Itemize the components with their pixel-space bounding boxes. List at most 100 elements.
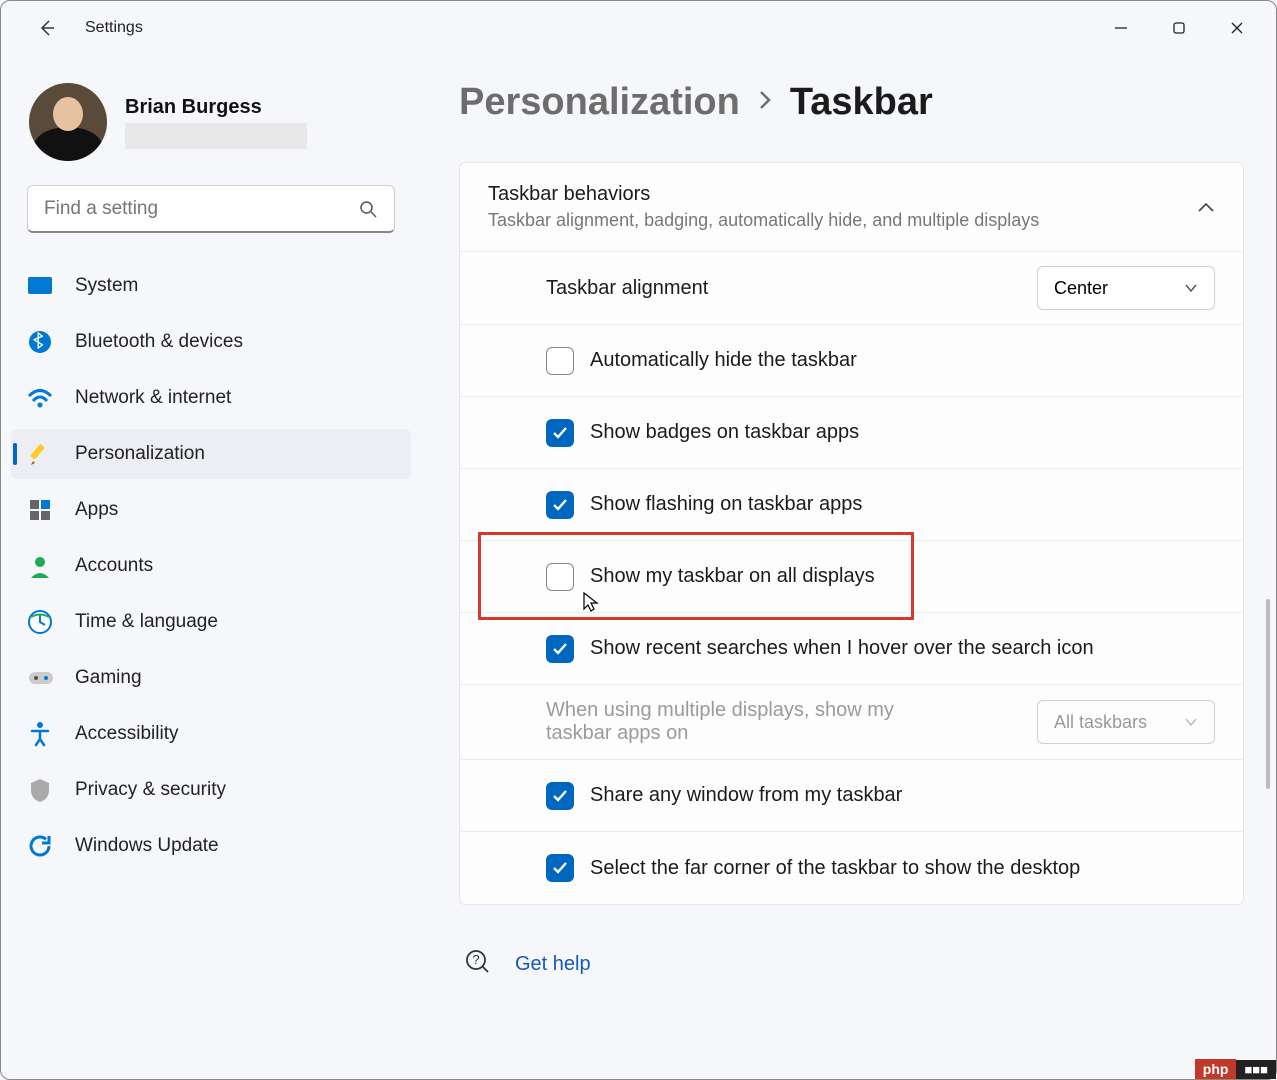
sidebar-item-bluetooth[interactable]: Bluetooth & devices [11, 317, 411, 367]
back-button[interactable] [25, 6, 69, 50]
sidebar-item-network[interactable]: Network & internet [11, 373, 411, 423]
row-label: Automatically hide the taskbar [590, 349, 857, 372]
multi-display-dropdown: All taskbars [1037, 700, 1215, 744]
row-label: When using multiple displays, show my ta… [546, 699, 906, 745]
check-icon [552, 861, 568, 875]
update-icon [27, 833, 53, 859]
row-label: Show recent searches when I hover over t… [590, 637, 1094, 660]
sidebar-item-label: Privacy & security [75, 779, 226, 801]
sidebar-item-label: Bluetooth & devices [75, 331, 243, 353]
sidebar-item-label: Accessibility [75, 723, 178, 745]
person-icon [27, 553, 53, 579]
titlebar: Settings [1, 1, 1276, 55]
breadcrumb-parent[interactable]: Personalization [459, 81, 740, 124]
svg-text:?: ? [472, 952, 479, 967]
search-icon [358, 199, 378, 219]
sidebar-item-label: Windows Update [75, 835, 219, 857]
help-label: Get help [515, 953, 591, 976]
profile-block[interactable]: Brian Burgess [1, 69, 421, 179]
php-badge: php [1195, 1059, 1237, 1079]
footer-watermark: php ■■■ [1195, 1059, 1276, 1079]
bluetooth-icon [27, 329, 53, 355]
check-icon [552, 426, 568, 440]
main-content: Personalization Taskbar Taskbar behavior… [421, 55, 1276, 1079]
paintbrush-icon [27, 441, 53, 467]
chevron-right-icon [756, 87, 774, 118]
row-label: Show flashing on taskbar apps [590, 493, 862, 516]
sidebar-item-personalization[interactable]: Personalization [11, 429, 411, 479]
cursor-icon [582, 591, 600, 613]
profile-subtext-placeholder [125, 123, 307, 149]
apps-icon [27, 497, 53, 523]
row-share-window: Share any window from my taskbar [460, 760, 1243, 832]
sidebar-item-label: Apps [75, 499, 118, 521]
row-label: Show badges on taskbar apps [590, 421, 859, 444]
profile-name: Brian Burgess [125, 96, 307, 119]
sidebar: Brian Burgess System Bluetooth & devices… [1, 55, 421, 1079]
sidebar-item-privacy[interactable]: Privacy & security [11, 765, 411, 815]
search-box[interactable] [27, 185, 395, 233]
window-title: Settings [85, 19, 143, 37]
sidebar-item-label: System [75, 275, 138, 297]
row-multi-display: When using multiple displays, show my ta… [460, 685, 1243, 760]
row-autohide: Automatically hide the taskbar [460, 325, 1243, 397]
system-icon [27, 273, 53, 299]
flashing-checkbox[interactable] [546, 491, 574, 519]
sidebar-item-label: Network & internet [75, 387, 231, 409]
badges-checkbox[interactable] [546, 419, 574, 447]
panel-subtitle: Taskbar alignment, badging, automaticall… [488, 210, 1197, 231]
search-input[interactable] [44, 198, 358, 220]
panel-title: Taskbar behaviors [488, 183, 1197, 206]
dropdown-value: All taskbars [1054, 712, 1147, 733]
scrollbar-thumb[interactable] [1266, 599, 1270, 789]
panel-header[interactable]: Taskbar behaviors Taskbar alignment, bad… [460, 163, 1243, 252]
row-badges: Show badges on taskbar apps [460, 397, 1243, 469]
check-icon [552, 789, 568, 803]
alignment-dropdown[interactable]: Center [1037, 266, 1215, 310]
breadcrumb-current: Taskbar [790, 81, 933, 124]
row-label: Show my taskbar on all displays [590, 565, 875, 588]
sidebar-item-label: Personalization [75, 443, 205, 465]
sidebar-item-gaming[interactable]: Gaming [11, 653, 411, 703]
maximize-icon [1172, 21, 1186, 35]
accessibility-icon [27, 721, 53, 747]
sidebar-item-apps[interactable]: Apps [11, 485, 411, 535]
wifi-icon [27, 385, 53, 411]
check-icon [552, 642, 568, 656]
row-taskbar-alignment: Taskbar alignment Center [460, 252, 1243, 325]
maximize-button[interactable] [1150, 8, 1208, 48]
gamepad-icon [27, 665, 53, 691]
sidebar-item-accessibility[interactable]: Accessibility [11, 709, 411, 759]
nav-list: System Bluetooth & devices Network & int… [1, 261, 421, 871]
sidebar-item-accounts[interactable]: Accounts [11, 541, 411, 591]
row-label: Taskbar alignment [546, 277, 708, 300]
row-far-corner: Select the far corner of the taskbar to … [460, 832, 1243, 904]
help-icon: ? [465, 949, 491, 980]
row-all-displays: Show my taskbar on all displays [460, 541, 1243, 613]
sidebar-item-system[interactable]: System [11, 261, 411, 311]
get-help-link[interactable]: ? Get help [459, 949, 1244, 980]
sidebar-item-time[interactable]: Time & language [11, 597, 411, 647]
minimize-button[interactable] [1092, 8, 1150, 48]
taskbar-behaviors-panel: Taskbar behaviors Taskbar alignment, bad… [459, 162, 1244, 905]
row-label: Share any window from my taskbar [590, 784, 902, 807]
clock-globe-icon [27, 609, 53, 635]
sidebar-item-label: Accounts [75, 555, 153, 577]
minimize-icon [1114, 21, 1128, 35]
sidebar-item-update[interactable]: Windows Update [11, 821, 411, 871]
row-flashing: Show flashing on taskbar apps [460, 469, 1243, 541]
sidebar-item-label: Gaming [75, 667, 142, 689]
arrow-left-icon [37, 18, 57, 38]
recent-searches-checkbox[interactable] [546, 635, 574, 663]
far-corner-checkbox[interactable] [546, 854, 574, 882]
chevron-up-icon [1197, 201, 1215, 213]
close-button[interactable] [1208, 8, 1266, 48]
cn-badge: ■■■ [1236, 1060, 1276, 1079]
check-icon [552, 498, 568, 512]
all-displays-checkbox[interactable] [546, 563, 574, 591]
autohide-checkbox[interactable] [546, 347, 574, 375]
share-window-checkbox[interactable] [546, 782, 574, 810]
row-recent-searches: Show recent searches when I hover over t… [460, 613, 1243, 685]
dropdown-value: Center [1054, 278, 1108, 299]
row-label: Select the far corner of the taskbar to … [590, 857, 1080, 880]
